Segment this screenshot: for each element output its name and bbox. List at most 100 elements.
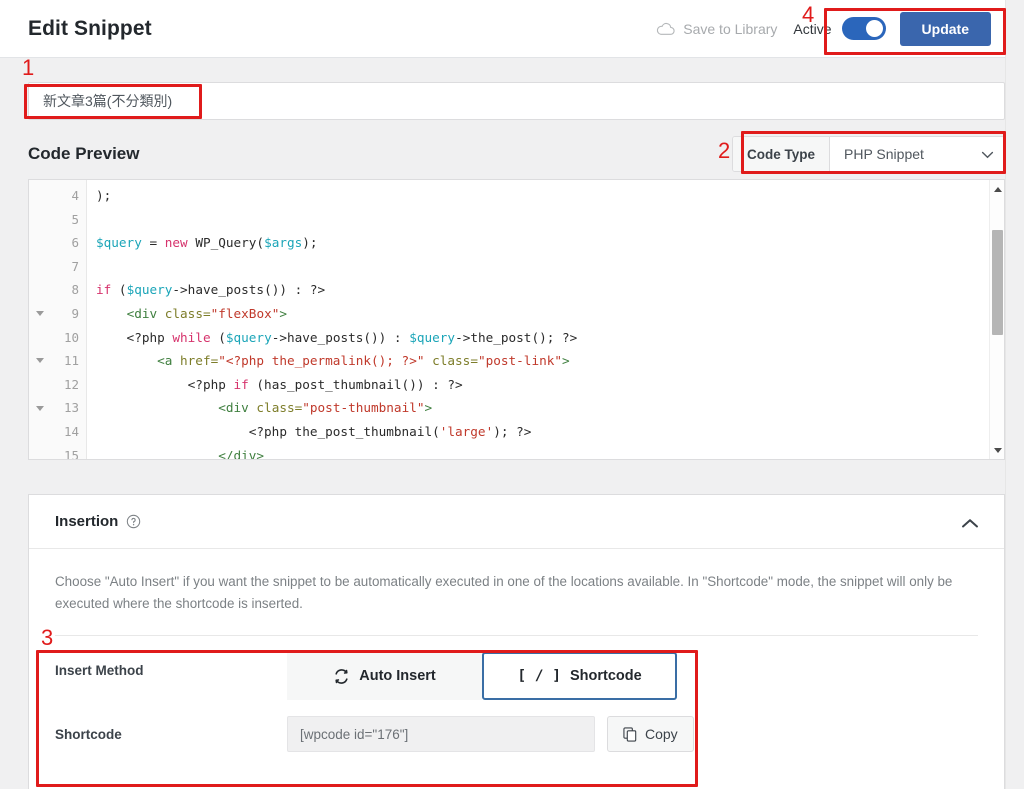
code-line: <?php if (has_post_thumbnail()) : ?> xyxy=(96,373,989,397)
code-content[interactable]: ); $query = new WP_Query($args); if ($qu… xyxy=(87,180,989,459)
chevron-up-icon[interactable] xyxy=(961,516,978,528)
code-token: ( xyxy=(111,282,127,298)
code-fold-spacer xyxy=(29,184,51,208)
code-line-number: 5 xyxy=(71,211,79,227)
code-line-number: 14 xyxy=(63,423,79,439)
code-token: "post-thumbnail" xyxy=(302,400,425,416)
save-to-library-button[interactable]: Save to Library xyxy=(656,21,777,37)
code-token: > xyxy=(424,400,433,416)
code-fold-spacer xyxy=(29,231,51,255)
code-line-number: 8 xyxy=(71,282,79,298)
edit-snippet-page: Edit Snippet Save to Library Active Upda… xyxy=(0,0,1024,789)
scroll-up-arrow-icon[interactable] xyxy=(990,182,1004,196)
auto-insert-button[interactable]: Auto Insert xyxy=(287,652,482,701)
code-token: ->the_post(); ?> xyxy=(455,329,578,345)
code-token: > xyxy=(279,305,287,321)
code-fold-spacer xyxy=(29,255,51,279)
code-token: 'large' xyxy=(439,423,494,439)
code-fold-column[interactable] xyxy=(29,180,51,459)
code-fold-spacer xyxy=(29,208,51,232)
code-line: <?php while ($query->have_posts()) : $qu… xyxy=(96,326,989,350)
code-token: </div> xyxy=(218,447,265,459)
code-editor[interactable]: 4 5 6 7 8 9 10 11 12 13 14 15 ); $query = new WP_Qu… xyxy=(28,179,1005,460)
code-fold-spacer xyxy=(29,444,51,459)
auto-insert-label: Auto Insert xyxy=(359,668,436,685)
insert-method-buttons: Auto Insert [ / ] Shortcode xyxy=(287,652,677,701)
shortcode-method-button[interactable]: [ / ] Shortcode xyxy=(482,652,677,701)
code-token: $args xyxy=(264,235,303,251)
code-token: <a xyxy=(157,353,181,369)
scroll-down-arrow-icon[interactable] xyxy=(990,443,1004,457)
code-line: <?php the_post_thumbnail('large'); ?> xyxy=(96,420,989,444)
insertion-title: Insertion xyxy=(55,513,119,530)
code-line-number: 10 xyxy=(63,329,79,345)
code-line-numbers: 4 5 6 7 8 9 10 11 12 13 14 15 xyxy=(51,180,87,459)
code-line: <div class="flexBox"> xyxy=(96,302,989,326)
code-preview-header: Code Preview Code Type PHP Snippet xyxy=(28,136,1005,172)
code-token: <?php xyxy=(96,376,234,392)
code-token: if xyxy=(233,376,249,392)
code-type-dropdown[interactable]: PHP Snippet xyxy=(830,137,1004,171)
shortcode-value-row: Copy xyxy=(287,716,694,753)
snippet-title-row xyxy=(28,82,1005,120)
code-preview-label: Code Preview xyxy=(28,144,140,163)
code-token: = xyxy=(141,235,165,251)
annotation-number-1: 1 xyxy=(22,55,35,80)
code-fold-toggle-icon[interactable] xyxy=(29,349,51,373)
code-token: "flexBox" xyxy=(210,305,280,321)
code-token: "post-link" xyxy=(477,353,562,369)
code-fold-spacer xyxy=(29,326,51,350)
code-line-number: 6 xyxy=(71,235,79,251)
code-fold-spacer xyxy=(29,278,51,302)
copy-label: Copy xyxy=(645,726,678,743)
code-line-number: 12 xyxy=(63,376,79,392)
copy-icon xyxy=(623,727,637,742)
sync-icon xyxy=(333,668,350,685)
code-token: class= xyxy=(256,400,303,416)
active-toggle[interactable] xyxy=(841,17,886,40)
code-line: </div> xyxy=(96,444,989,459)
shortcode-bracket-icon: [ / ] xyxy=(517,668,561,685)
code-token: <div xyxy=(126,305,165,321)
code-token: class= xyxy=(432,353,478,369)
code-line-number: 15 xyxy=(63,447,79,460)
code-line-number: 4 xyxy=(71,188,79,203)
page-right-gutter xyxy=(1005,0,1024,789)
header-actions: Save to Library Active Update xyxy=(656,0,1005,57)
code-line-number: 9 xyxy=(71,305,79,321)
code-token: ); ?> xyxy=(493,423,532,439)
code-token: ->have_posts()) : xyxy=(271,329,410,345)
active-label: Active xyxy=(793,20,832,37)
snippet-title-input[interactable] xyxy=(29,83,1004,119)
question-circle-icon[interactable] xyxy=(118,514,141,529)
save-to-library-label: Save to Library xyxy=(683,20,778,37)
insertion-description: Choose "Auto Insert" if you want the sni… xyxy=(55,574,953,612)
code-line: if ($query->have_posts()) : ?> xyxy=(96,278,989,302)
copy-shortcode-button[interactable]: Copy xyxy=(607,716,694,753)
editor-scrollbar[interactable] xyxy=(989,180,1004,459)
code-token: href= xyxy=(180,353,219,369)
code-token: class= xyxy=(164,305,211,321)
chevron-down-icon xyxy=(981,146,994,162)
code-fold-toggle-icon[interactable] xyxy=(29,396,51,420)
scrollbar-thumb[interactable] xyxy=(992,230,1003,335)
shortcode-input[interactable] xyxy=(287,716,595,753)
update-button[interactable]: Update xyxy=(899,11,991,46)
code-fold-toggle-icon[interactable] xyxy=(29,302,51,326)
code-type-label: Code Type xyxy=(732,137,830,171)
code-token: ); xyxy=(96,188,112,203)
code-line-number: 7 xyxy=(71,258,79,274)
code-token: ->have_posts()) : ?> xyxy=(172,282,326,298)
code-token: <div xyxy=(218,400,257,416)
code-token: $query xyxy=(225,329,272,345)
code-token: $query xyxy=(126,282,173,298)
code-type-selector[interactable]: Code Type PHP Snippet xyxy=(731,136,1005,172)
code-token: "<?php the_permalink(); ?>" xyxy=(218,353,425,369)
insertion-panel-header[interactable]: Insertion xyxy=(29,495,1004,549)
shortcode-label: Shortcode xyxy=(55,727,122,743)
code-fold-spacer xyxy=(29,373,51,397)
cloud-icon xyxy=(656,22,675,36)
